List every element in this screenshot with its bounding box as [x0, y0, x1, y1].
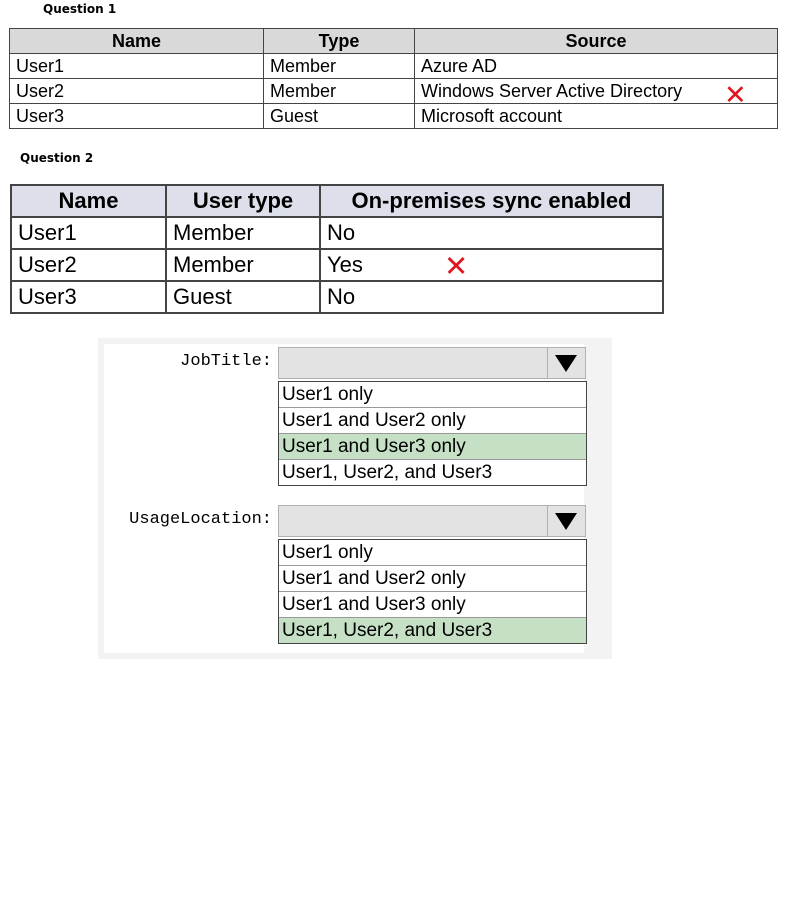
cell-user-type: Member [165, 248, 321, 282]
dropdown-arrow[interactable] [547, 348, 585, 378]
jobtitle-option[interactable]: User1 only [279, 382, 586, 408]
jobtitle-option[interactable]: User1, User2, and User3 [279, 460, 586, 485]
red-x-mark-icon: ✕ [724, 80, 747, 111]
cell-type: Member [263, 78, 415, 104]
usagelocation-options-list: User1 only User1 and User2 only User1 an… [278, 539, 587, 644]
dropdown-arrow[interactable] [547, 506, 585, 536]
question-1-table: Name Type Source User1 Member Azure AD U… [9, 28, 778, 129]
usagelocation-option-selected[interactable]: User1, User2, and User3 [279, 618, 586, 643]
column-header-user-type: User type [165, 184, 321, 218]
table-row: User1 Member Azure AD [9, 53, 778, 79]
cell-sync-enabled: Yes [319, 248, 664, 282]
triangle-down-icon [555, 513, 577, 530]
red-x-mark-icon: ✕ [444, 249, 469, 283]
column-header-source: Source [414, 28, 778, 54]
table-row: User2 Member Windows Server Active Direc… [9, 78, 778, 104]
column-header-type: Type [263, 28, 415, 54]
jobtitle-label: JobTitle: [180, 352, 272, 371]
table-row: User3 Guest Microsoft account [9, 103, 778, 129]
jobtitle-options-list: User1 only User1 and User2 only User1 an… [278, 381, 587, 486]
cell-name: User3 [10, 280, 167, 314]
usagelocation-dropdown[interactable] [278, 505, 586, 537]
usagelocation-option[interactable]: User1 and User2 only [279, 566, 586, 592]
cell-type: Member [263, 53, 415, 79]
cell-name: User1 [9, 53, 264, 79]
column-header-name: Name [10, 184, 167, 218]
usagelocation-label: UsageLocation: [129, 510, 272, 529]
usagelocation-option[interactable]: User1 only [279, 540, 586, 566]
question-2-label: Question 2 [20, 151, 94, 165]
cell-sync-enabled: No [319, 216, 664, 250]
cell-name: User1 [10, 216, 167, 250]
table-row: User1 Member No [10, 216, 664, 250]
cell-sync-enabled: No [319, 280, 664, 314]
table-header-row: Name User type On-premises sync enabled [10, 184, 664, 218]
jobtitle-option-selected[interactable]: User1 and User3 only [279, 434, 586, 460]
jobtitle-dropdown[interactable] [278, 347, 586, 379]
question-1-label: Question 1 [43, 2, 117, 16]
cell-name: User2 [10, 248, 167, 282]
cell-name: User3 [9, 103, 264, 129]
triangle-down-icon [555, 355, 577, 372]
table-row: User3 Guest No [10, 280, 664, 314]
cell-user-type: Guest [165, 280, 321, 314]
table-header-row: Name Type Source [9, 28, 778, 54]
usagelocation-option[interactable]: User1 and User3 only [279, 592, 586, 618]
question-2-table: Name User type On-premises sync enabled … [10, 184, 664, 314]
cell-type: Guest [263, 103, 415, 129]
table-row: User2 Member Yes [10, 248, 664, 282]
cell-source: Azure AD [414, 53, 778, 79]
jobtitle-option[interactable]: User1 and User2 only [279, 408, 586, 434]
cell-name: User2 [9, 78, 264, 104]
column-header-sync-enabled: On-premises sync enabled [319, 184, 664, 218]
column-header-name: Name [9, 28, 264, 54]
cell-user-type: Member [165, 216, 321, 250]
